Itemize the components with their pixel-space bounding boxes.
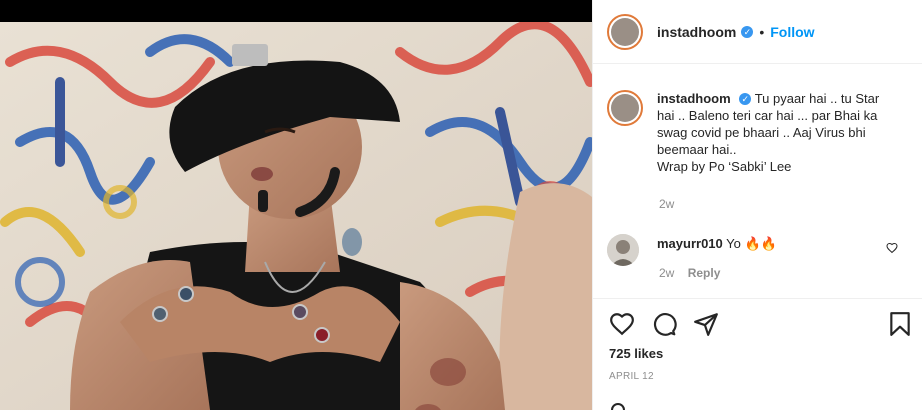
caption-line: swag covid pe bhaari .. Aaj Virus bhi xyxy=(657,125,866,140)
comment-text: Yo 🔥🔥 xyxy=(726,236,777,251)
top-black-bar xyxy=(0,0,592,22)
reply-button[interactable]: Reply xyxy=(688,266,721,280)
caption-block: instadhoom ✓ Tu pyaar hai .. tu Star hai… xyxy=(607,90,912,175)
comment-like-heart-icon[interactable] xyxy=(886,242,898,254)
post-header: instadhoom ✓ • Follow xyxy=(593,0,922,64)
author-username[interactable]: instadhoom xyxy=(657,24,736,40)
heart-icon[interactable] xyxy=(609,311,635,337)
caption-timestamp[interactable]: 2w xyxy=(659,197,674,211)
post-side-panel: instadhoom ✓ • Follow instadhoom ✓ Tu py… xyxy=(592,0,922,410)
share-icon[interactable] xyxy=(693,311,719,337)
caption-text: instadhoom ✓ Tu pyaar hai .. tu Star hai… xyxy=(657,90,912,175)
commenter-avatar[interactable] xyxy=(607,234,639,266)
verified-badge-icon: ✓ xyxy=(741,25,754,38)
author-avatar-ring[interactable] xyxy=(607,13,643,50)
caption-line: Wrap by Po ‘Sabki’ Lee xyxy=(657,159,792,174)
post-photo-illustration xyxy=(0,22,592,410)
caption-line: hai .. Baleno teri car hai ... par Bhai … xyxy=(657,108,878,123)
post-image[interactable] xyxy=(0,22,592,410)
caption-username[interactable]: instadhoom xyxy=(657,91,731,106)
comment-body: mayurr010 Yo 🔥🔥 xyxy=(657,234,777,266)
caption-avatar-ring[interactable] xyxy=(607,90,643,126)
follow-button[interactable]: Follow xyxy=(770,24,814,40)
commenter-avatar-image xyxy=(607,234,639,266)
emoji-icon[interactable] xyxy=(611,403,625,410)
caption-line: beemaar hai.. xyxy=(657,142,737,157)
avatar xyxy=(611,17,639,46)
post-actions: 725 likes APRIL 12 xyxy=(593,298,922,410)
verified-badge-icon: ✓ xyxy=(739,93,752,105)
comment-icon[interactable] xyxy=(651,311,677,337)
action-icons xyxy=(609,311,719,337)
comment-meta: 2w Reply xyxy=(659,266,720,280)
comment-username[interactable]: mayurr010 xyxy=(657,236,723,251)
bookmark-icon[interactable] xyxy=(887,311,913,337)
comment-timestamp[interactable]: 2w xyxy=(659,266,674,280)
comment-item: mayurr010 Yo 🔥🔥 xyxy=(607,234,912,266)
separator-dot: • xyxy=(759,23,765,40)
instagram-post-view: instadhoom ✓ • Follow instadhoom ✓ Tu py… xyxy=(0,0,922,410)
caption-line: Tu pyaar hai .. tu Star xyxy=(754,91,880,106)
post-date[interactable]: APRIL 12 xyxy=(609,371,654,382)
avatar xyxy=(611,94,639,122)
likes-count[interactable]: 725 likes xyxy=(609,346,663,361)
